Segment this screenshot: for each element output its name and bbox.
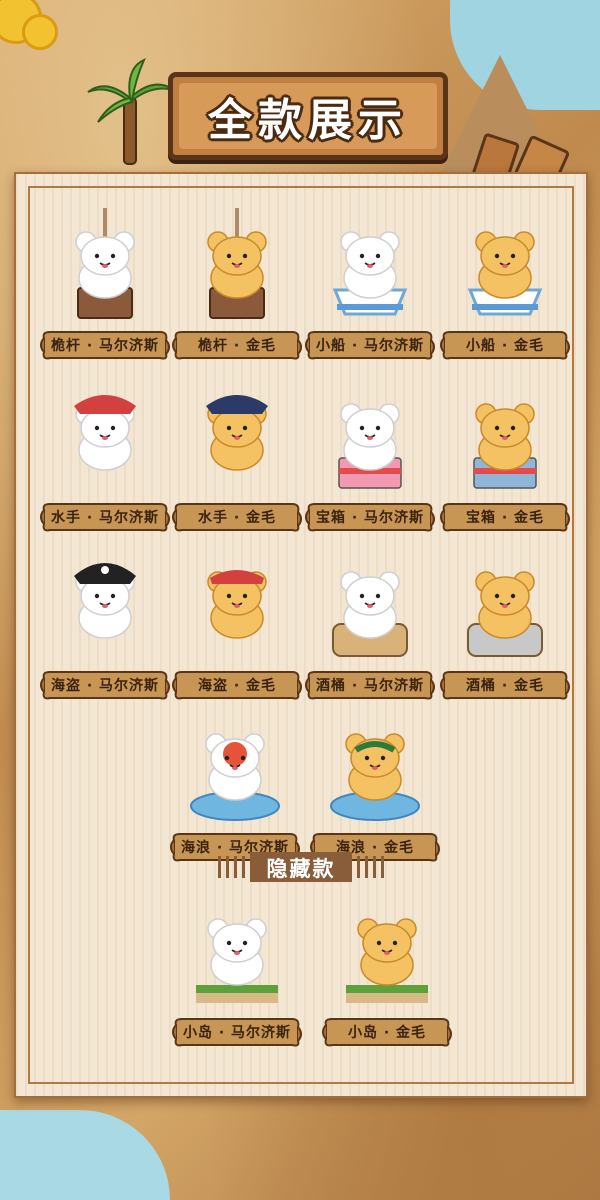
title-board: 全款展示 — [168, 72, 448, 160]
hidden-section-label: 隐藏款 — [266, 857, 336, 881]
figure-label: 桅杆 · 马尔济斯 — [50, 338, 160, 354]
figure-label: 小船 · 马尔济斯 — [315, 338, 425, 354]
golden-dog-sailor-icon — [192, 380, 282, 498]
figure-card[interactable]: 海盗 · 马尔济斯 — [40, 548, 170, 708]
golden-dog-in-boat-icon — [460, 208, 550, 326]
figure-label: 酒桶 · 马尔济斯 — [315, 678, 425, 694]
figure-card[interactable]: 桅杆 · 金毛 — [172, 208, 302, 368]
figure-card[interactable]: 宝箱 · 马尔济斯 — [305, 380, 435, 540]
figure-label: 海盗 · 金毛 — [197, 678, 277, 694]
page-title: 全款展示 — [208, 95, 408, 146]
golden-dog-wave-icon — [330, 710, 420, 828]
figure-card[interactable]: 小岛 · 金毛 — [322, 895, 452, 1055]
golden-dog-barrel-icon — [460, 548, 550, 666]
golden-dog-on-mast-icon — [192, 208, 282, 326]
figure-label: 桅杆 · 金毛 — [197, 338, 277, 354]
figure-label: 小船 · 金毛 — [465, 338, 545, 354]
figure-label: 水手 · 马尔济斯 — [50, 510, 160, 526]
figure-card[interactable]: 水手 · 马尔济斯 — [40, 380, 170, 540]
golden-dog-pirate-icon — [192, 548, 282, 666]
figure-card[interactable]: 宝箱 · 金毛 — [440, 380, 570, 540]
white-dog-island-icon — [192, 895, 282, 1013]
figure-card[interactable]: 酒桶 · 金毛 — [440, 548, 570, 708]
figure-label: 水手 · 金毛 — [197, 510, 277, 526]
figure-label: 宝箱 · 金毛 — [465, 510, 545, 526]
figure-card[interactable]: 水手 · 金毛 — [172, 380, 302, 540]
figure-card[interactable]: 海浪 · 金毛 — [310, 710, 440, 870]
figure-label: 海盗 · 马尔济斯 — [50, 678, 160, 694]
figure-card[interactable]: 桅杆 · 马尔济斯 — [40, 208, 170, 368]
golden-dog-island-icon — [342, 895, 432, 1013]
figure-label: 宝箱 · 马尔济斯 — [315, 510, 425, 526]
golden-dog-treasure-chest-icon — [460, 380, 550, 498]
white-dog-barrel-icon — [325, 548, 415, 666]
figure-card[interactable]: 小船 · 马尔济斯 — [305, 208, 435, 368]
figure-card[interactable]: 小船 · 金毛 — [440, 208, 570, 368]
white-dog-sailor-icon — [60, 380, 150, 498]
figure-card[interactable]: 小岛 · 马尔济斯 — [172, 895, 302, 1055]
white-dog-in-boat-icon — [325, 208, 415, 326]
figure-card[interactable]: 海浪 · 马尔济斯 — [170, 710, 300, 870]
white-dog-on-mast-icon — [60, 208, 150, 326]
white-dog-treasure-chest-icon — [325, 380, 415, 498]
figure-label: 酒桶 · 金毛 — [465, 678, 545, 694]
figure-card[interactable]: 海盗 · 金毛 — [172, 548, 302, 708]
figure-label: 小岛 · 马尔济斯 — [182, 1025, 292, 1041]
figure-label: 小岛 · 金毛 — [347, 1025, 427, 1041]
white-dog-wave-icon — [190, 710, 280, 828]
white-dog-pirate-icon — [60, 548, 150, 666]
gold-coin-icon — [22, 14, 58, 50]
palm-tree-icon — [87, 58, 175, 165]
figure-card[interactable]: 酒桶 · 马尔济斯 — [305, 548, 435, 708]
